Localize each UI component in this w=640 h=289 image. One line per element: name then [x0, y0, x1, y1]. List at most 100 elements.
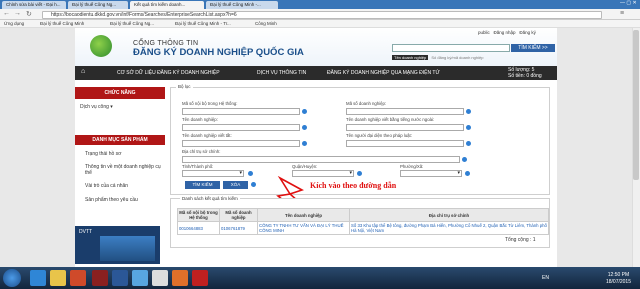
- enterprise-code-input[interactable]: [346, 108, 464, 115]
- word-icon[interactable]: [112, 270, 128, 286]
- bookmarks-bar: Ứng dụng Đại lý thuế Công Minh Đại lý th…: [0, 20, 640, 28]
- sidebar-video[interactable]: DVTT: [75, 226, 160, 264]
- bookmark-3[interactable]: Đại lý thuế Công Minh - Tr...: [175, 21, 231, 26]
- back-icon[interactable]: ←: [3, 10, 10, 17]
- tab-search-results[interactable]: Kết quả tìm kiếm doanh...: [130, 1, 204, 9]
- col-address: Địa chỉ trụ sở chính: [349, 208, 549, 222]
- address-bar-row: ← → ↻ https://bocaodientu.dkkd.gov.vn/in…: [0, 9, 640, 20]
- url-input[interactable]: https://bocaodientu.dkkd.gov.vn/inf/Form…: [42, 10, 602, 19]
- label-short-name: Tên doanh nghiệp viết tắt:: [182, 133, 232, 138]
- cell-enterprise-code[interactable]: 0106761879: [219, 221, 258, 235]
- start-button-icon[interactable]: [3, 269, 21, 287]
- scrollbar-thumb[interactable]: [633, 30, 639, 180]
- menu-item-online-registration[interactable]: ĐĂNG KÝ DOANH NGHIỆP QUA MẠNG ĐIỆN TỬ: [327, 70, 440, 76]
- help-icon[interactable]: [357, 171, 362, 176]
- annotation-note: Kích vào theo đường dẫn: [310, 181, 397, 190]
- media-icon[interactable]: [70, 270, 86, 286]
- tab-tax-agent-1[interactable]: Đại lý thuế Công Ng...: [68, 1, 128, 9]
- window-controls-icon[interactable]: — ▢ ✕: [620, 0, 637, 6]
- label-internal-id: Mã số nội bộ trong Hệ thống:: [182, 101, 238, 106]
- tab-edit-post[interactable]: Chỉnh sửa bài viết - Đại h...: [2, 1, 66, 9]
- bookmark-apps[interactable]: Ứng dụng: [4, 21, 24, 26]
- label-ward: Phường/Xã:: [400, 164, 424, 169]
- label-district: Quận/Huyện:: [292, 164, 318, 169]
- cart-stats[interactable]: Số lượng: 5 Số tiền: 0 đồng: [497, 66, 557, 80]
- filter-clear-button[interactable]: XÓA: [223, 181, 248, 189]
- label-address: Địa chỉ trụ sở chính:: [182, 149, 221, 154]
- help-icon[interactable]: [251, 182, 256, 187]
- tab-tax-agent-2[interactable]: Đại lý thuế Công Minh -...: [206, 1, 278, 9]
- cell-enterprise-name-link[interactable]: CÔNG TY TNHH TƯ VẤN VÀ ĐẠI LÝ THUẾ CÔNG …: [257, 221, 350, 235]
- sidebar-item-custom-products[interactable]: Sản phẩm theo yêu cầu: [85, 197, 163, 203]
- bookmark-2[interactable]: Đại lý thuế Công Ng...: [110, 21, 154, 26]
- results-total: Tổng cộng : 1: [505, 237, 536, 243]
- internal-id-input[interactable]: [182, 108, 300, 115]
- bookmark-4[interactable]: Công Minh: [255, 21, 277, 26]
- chevron-down-icon: ▾: [457, 170, 460, 176]
- help-icon[interactable]: [302, 125, 307, 130]
- help-icon[interactable]: [466, 125, 471, 130]
- pdf-icon[interactable]: [192, 270, 208, 286]
- clock[interactable]: 12:50 PM 18/07/2015: [606, 272, 631, 286]
- register-link[interactable]: Đăng ký: [519, 30, 536, 35]
- label-enterprise-code: Mã số doanh nghiệp:: [346, 101, 387, 106]
- label-legal-rep: Tên người đại diện theo pháp luật:: [346, 133, 412, 138]
- filter-legend: Bộ lọc: [176, 84, 193, 89]
- help-icon[interactable]: [465, 171, 470, 176]
- login-link[interactable]: Đăng nhập: [494, 30, 516, 35]
- province-select[interactable]: ▾: [182, 170, 244, 177]
- cell-internal-id[interactable]: 0010664883: [177, 221, 220, 235]
- help-icon[interactable]: [302, 109, 307, 114]
- col-enterprise-name: Tên doanh nghiệp: [257, 208, 350, 222]
- help-icon[interactable]: [248, 171, 253, 176]
- sidebar-item-status[interactable]: Trạng thái hồ sơ: [85, 151, 163, 157]
- enterprise-name-input[interactable]: [182, 124, 300, 131]
- ie-icon[interactable]: [30, 270, 46, 286]
- folder-icon[interactable]: [50, 270, 66, 286]
- header-search-input[interactable]: [392, 44, 510, 52]
- address-input[interactable]: [182, 156, 460, 163]
- home-icon[interactable]: ⌂: [81, 68, 85, 75]
- sidebar-heading-functions: CHỨC NĂNG: [75, 87, 165, 99]
- search-option-code[interactable]: Số đăng ký/mã doanh nghiệp: [429, 55, 483, 60]
- app-icon[interactable]: [92, 270, 108, 286]
- chrome-icon[interactable]: [152, 270, 168, 286]
- portal-logo-icon[interactable]: [90, 35, 112, 57]
- foreign-name-input[interactable]: [346, 124, 464, 131]
- ward-select[interactable]: ▾: [400, 170, 462, 177]
- legal-rep-input[interactable]: [346, 140, 464, 147]
- help-icon[interactable]: [466, 141, 471, 146]
- user-link[interactable]: public: [478, 30, 490, 35]
- firefox-icon[interactable]: [172, 270, 188, 286]
- top-links: public Đăng nhập Đăng ký: [478, 30, 536, 35]
- cart-amount: Số tiền: 0 đồng: [508, 72, 542, 79]
- sidebar-heading-products: DANH MỤC SẢN PHẨM: [75, 135, 165, 145]
- label-foreign-name: Tên doanh nghiệp viết bằng tiếng nước ng…: [346, 117, 435, 122]
- short-name-input[interactable]: [182, 140, 300, 147]
- sidebar-item-enterprise-info[interactable]: Thông tin về một doanh nghiệp cụ thể: [85, 164, 163, 176]
- browser-tab-bar: Chỉnh sửa bài viết - Đại h... Đại lý thu…: [0, 0, 640, 9]
- menu-item-database[interactable]: CƠ SỞ DỮ LIỆU ĐĂNG KÝ DOANH NGHIỆP: [117, 70, 220, 76]
- help-icon[interactable]: [302, 141, 307, 146]
- skype-icon[interactable]: [132, 270, 148, 286]
- header-search-button[interactable]: TÌM KIẾM >>: [511, 44, 555, 52]
- video-label: DVTT: [79, 229, 93, 235]
- chevron-down-icon: ▾: [349, 170, 352, 176]
- menu-icon[interactable]: ≡: [620, 10, 624, 17]
- help-icon[interactable]: [466, 109, 471, 114]
- menu-item-info-services[interactable]: DỊCH VỤ THÔNG TIN: [257, 70, 306, 76]
- language-indicator[interactable]: EN: [542, 275, 549, 281]
- system-tray: EN 12:50 PM 18/07/2015: [540, 270, 635, 286]
- filter-search-button[interactable]: TÌM KIẾM: [185, 181, 220, 189]
- sidebar-item-individual-role[interactable]: Vài trò của cá nhân: [85, 183, 163, 189]
- cell-address[interactable]: Số 33 Khu tập thể Bệ tông, đường Phạm Bá…: [349, 221, 549, 235]
- help-icon[interactable]: [462, 157, 467, 162]
- sidebar-item-public-service[interactable]: Dịch vụ công ▾: [80, 104, 113, 110]
- forward-icon[interactable]: →: [14, 10, 21, 17]
- label-enterprise-name: Tên doanh nghiệp:: [182, 117, 218, 122]
- reload-icon[interactable]: ↻: [26, 10, 32, 18]
- bookmark-1[interactable]: Đại lý thuế Công Minh: [40, 21, 84, 26]
- clock-date: 18/07/2015: [605, 279, 631, 285]
- search-option-name[interactable]: Tên doanh nghiệp: [392, 55, 429, 60]
- table-row: 0010664883 0106761879 CÔNG TY TNHH TƯ VẤ…: [177, 221, 549, 235]
